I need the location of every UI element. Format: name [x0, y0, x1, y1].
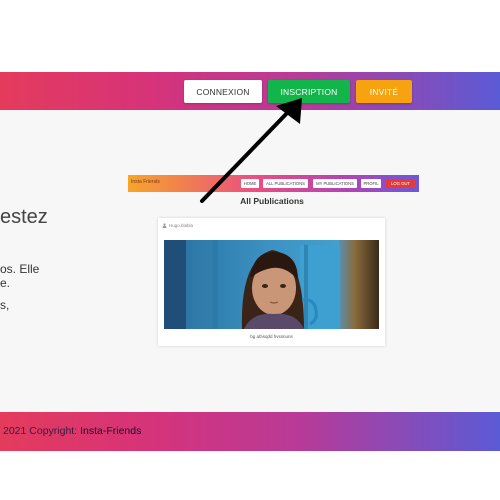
- annotation-arrow: [200, 98, 302, 203]
